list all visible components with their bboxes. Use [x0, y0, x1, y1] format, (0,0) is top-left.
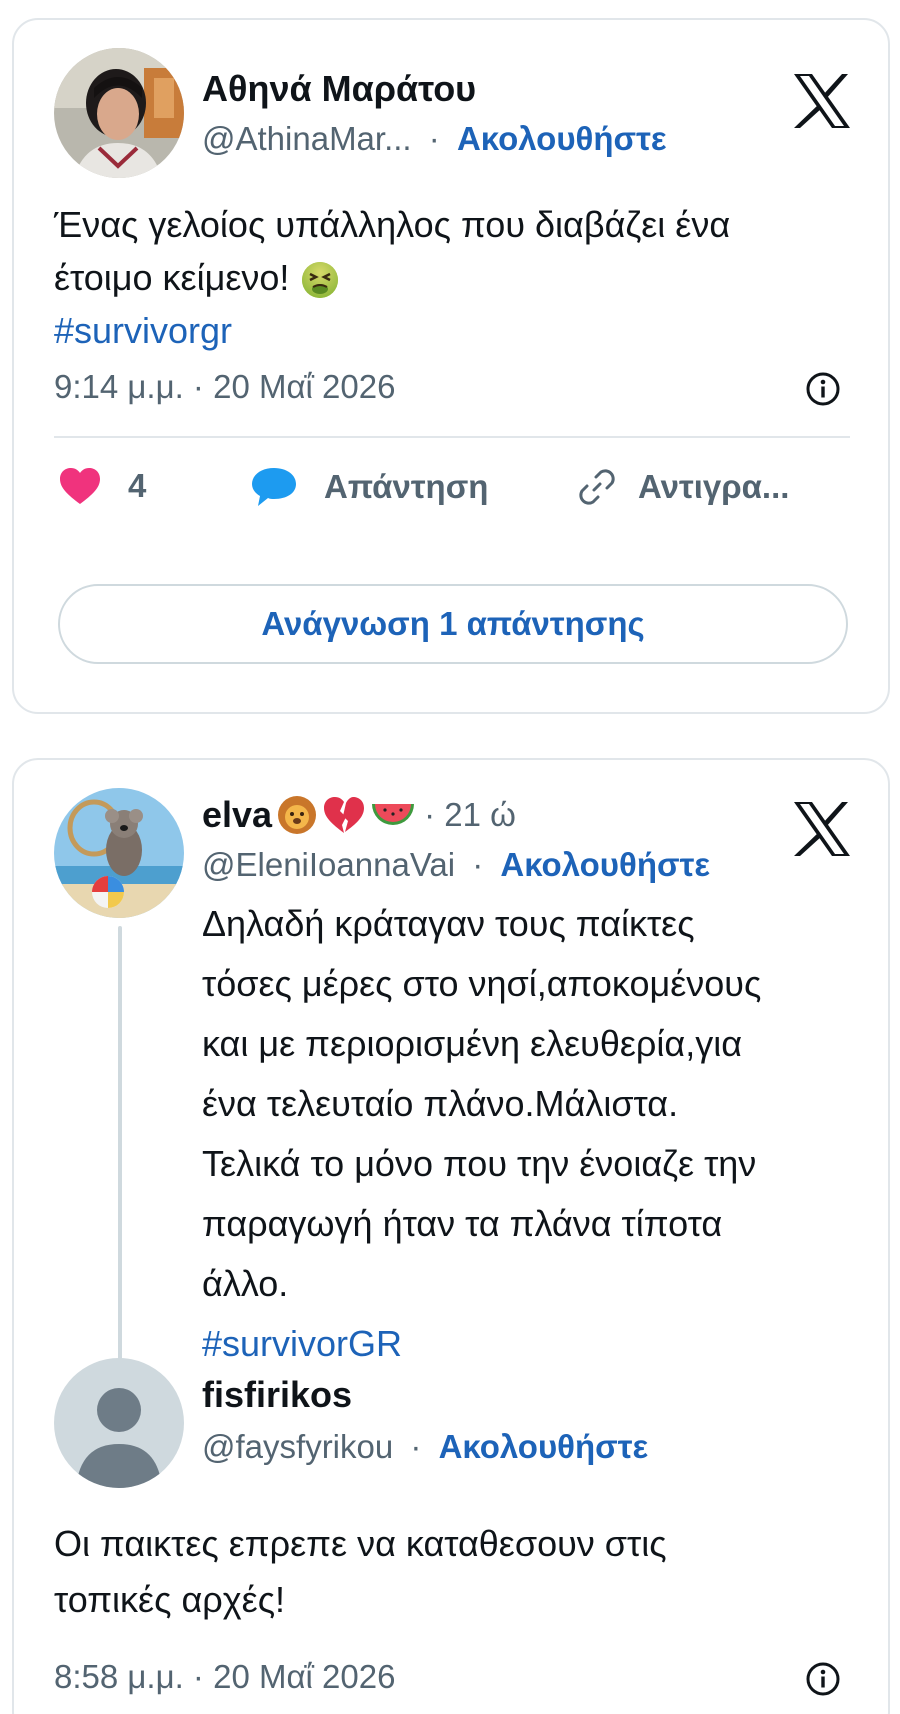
read-replies-button[interactable]: Ανάγνωση 1 απάντησης — [58, 584, 848, 664]
separator: · — [472, 846, 484, 883]
info-icon[interactable] — [804, 370, 842, 408]
author-name[interactable]: fisfirikos — [202, 1374, 352, 1416]
heart-icon — [60, 468, 100, 504]
timestamp[interactable]: 9:14 μ.μ. · 20 Μαΐ 2026 — [54, 368, 395, 406]
tweet-text-line: παραγωγή ήταν τα πλάνα τίποτα — [202, 1203, 723, 1244]
post-age[interactable]: · 21 ώ — [424, 796, 516, 834]
tweet-text-line-2: έτοιμο κείμενο! — [54, 251, 854, 304]
separator: · — [410, 1428, 422, 1465]
like-count: 4 — [128, 467, 147, 504]
avatar[interactable] — [54, 48, 184, 178]
follow-button[interactable]: Ακολουθήστε — [500, 846, 710, 883]
tweet-text-line: άλλο. — [202, 1263, 289, 1304]
broken-heart-emoji — [324, 797, 365, 833]
reply-text: Οι παικτες επρεπε να καταθεσουν στις τοπ… — [54, 1516, 874, 1628]
x-logo-icon[interactable] — [792, 72, 852, 130]
author-handle[interactable]: @faysfyrikou — [202, 1428, 393, 1465]
info-icon[interactable] — [804, 1660, 842, 1698]
watermelon-emoji — [372, 804, 415, 825]
tweet-text-line: Τελικά το μόνο που την ένοιαζε την — [202, 1143, 757, 1184]
tweet-text: Δηλαδή κράταγαν τους παίκτες τόσες μέρες… — [202, 894, 882, 1374]
avatar[interactable] — [54, 1358, 184, 1488]
follow-button[interactable]: Ακολουθήστε — [439, 1428, 649, 1465]
lion-emoji — [278, 796, 317, 834]
author-name-row: elva · 21 ώ — [202, 794, 516, 836]
follow-button[interactable]: Ακολουθήστε — [457, 120, 667, 157]
tweet-text-line: τόσες μέρες στο νησί,αποκομένους — [202, 963, 762, 1004]
hashtag-link[interactable]: #survivorGR — [202, 1314, 882, 1374]
handle-row: @EleniIoannaVai · Ακολουθήστε — [202, 846, 710, 884]
link-icon — [579, 469, 615, 505]
handle-row: @AthinaMar... · Ακολουθήστε — [202, 120, 667, 158]
avatar[interactable] — [54, 788, 184, 918]
tweet-text: Ένας γελοίος υπάλληλος που διαβάζει ένα … — [54, 198, 854, 357]
handle-row: @faysfyrikou · Ακολουθήστε — [202, 1428, 648, 1466]
tweet-text-line: Ένας γελοίος υπάλληλος που διαβάζει ένα — [54, 204, 731, 245]
reply-label: Απάντηση — [324, 468, 489, 505]
timestamp[interactable]: 8:58 μ.μ. · 20 Μαΐ 2026 — [54, 1658, 395, 1696]
copy-link-label: Αντιγρα... — [638, 468, 790, 505]
reply-text-line: Οι παικτες επρεπε να καταθεσουν στις — [54, 1523, 667, 1564]
tweet-card[interactable]: Αθηνά Μαράτου @AthinaMar... · Ακολουθήστ… — [12, 18, 890, 714]
like-button[interactable]: 4 — [58, 466, 146, 506]
author-name[interactable]: elva — [202, 794, 272, 836]
copy-link-button[interactable]: Αντιγρα... — [576, 466, 789, 508]
separator: · — [428, 120, 440, 157]
reply-button[interactable]: Απάντηση — [250, 466, 488, 508]
author-handle[interactable]: @AthinaMar... — [202, 120, 412, 157]
author-name[interactable]: Αθηνά Μαράτου — [202, 68, 476, 110]
divider — [54, 436, 850, 438]
hashtag-link[interactable]: #survivorgr — [54, 304, 854, 357]
nauseated-face-emoji — [302, 262, 339, 299]
tweet-text-line: ένα τελευταίο πλάνο.Μάλιστα. — [202, 1083, 679, 1124]
reply-bubble-icon — [252, 468, 296, 506]
tweet-text-line: και με περιορισμένη ελευθερία,για — [202, 1023, 743, 1064]
tweet-text-line: Δηλαδή κράταγαν τους παίκτες — [202, 903, 695, 944]
tweet-text-line: έτοιμο κείμενο! — [54, 257, 290, 298]
x-logo-icon[interactable] — [792, 800, 852, 858]
tweet-card[interactable]: elva · 21 ώ @EleniIoannaVai · Ακολουθήστ… — [12, 758, 890, 1714]
author-handle[interactable]: @EleniIoannaVai — [202, 846, 455, 883]
reply-text-line: τοπικές αρχές! — [54, 1579, 286, 1620]
